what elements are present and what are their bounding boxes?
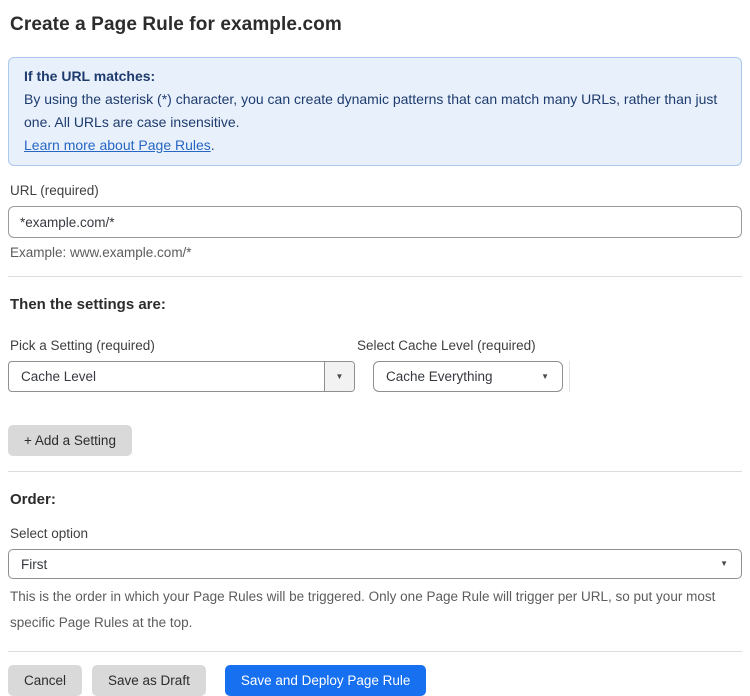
page-title: Create a Page Rule for example.com: [10, 14, 342, 35]
cache-level-picker-label: Select Cache Level (required): [357, 338, 536, 353]
save-and-deploy-button[interactable]: Save and Deploy Page Rule: [224, 665, 427, 696]
setting-picker-group: Pick a Setting (required) Cache Level ▼: [8, 314, 355, 392]
settings-section-heading: Then the settings are:: [10, 296, 166, 313]
link-suffix: .: [210, 137, 215, 153]
url-example-helper: Example: www.example.com/*: [10, 245, 192, 260]
order-section-heading: Order:: [10, 491, 56, 508]
vertical-separator: [569, 361, 570, 392]
order-select-value: First: [21, 556, 48, 572]
cache-level-picker-group: Select Cache Level (required) Cache Ever…: [355, 314, 563, 392]
footer-actions: Cancel Save as Draft Save and Deploy Pag…: [8, 665, 742, 696]
save-as-draft-button[interactable]: Save as Draft: [92, 665, 206, 696]
url-matches-info-box: If the URL matches: By using the asteris…: [8, 57, 742, 166]
chevron-down-icon: ▼: [335, 371, 344, 381]
chevron-down-icon: ▼: [541, 371, 549, 381]
learn-more-page-rules-link[interactable]: Learn more about Page Rules: [24, 137, 211, 153]
cache-level-arrow-wrap: ▼: [537, 371, 562, 381]
order-select[interactable]: First ▼: [8, 549, 742, 579]
setting-picker-label: Pick a Setting (required): [10, 338, 155, 353]
setting-picker-select[interactable]: Cache Level ▼: [8, 361, 355, 392]
info-box-link-line: Learn more about Page Rules.: [24, 134, 726, 157]
create-page-rule-form: Create a Page Rule for example.com If th…: [0, 0, 750, 696]
divider: [8, 651, 742, 652]
info-box-heading: If the URL matches:: [24, 68, 156, 84]
chevron-down-icon: ▼: [720, 559, 728, 568]
cancel-button[interactable]: Cancel: [8, 665, 83, 696]
cache-level-picker-value: Cache Everything: [386, 369, 493, 384]
add-setting-button[interactable]: + Add a Setting: [8, 425, 132, 456]
order-arrow-wrap: ▼: [716, 560, 741, 568]
divider: [8, 276, 742, 277]
settings-selects-row: Pick a Setting (required) Cache Level ▼ …: [8, 314, 742, 392]
order-select-label: Select option: [10, 526, 89, 541]
cache-level-picker-select[interactable]: Cache Everything ▼: [373, 361, 563, 392]
order-helper-text: This is the order in which your Page Rul…: [10, 589, 716, 630]
setting-picker-arrow-box: ▼: [324, 362, 354, 391]
url-input[interactable]: [8, 206, 742, 238]
info-box-body: By using the asterisk (*) character, you…: [24, 91, 718, 130]
divider: [8, 471, 742, 472]
url-label: URL (required): [10, 183, 99, 198]
setting-picker-value: Cache Level: [21, 369, 97, 384]
